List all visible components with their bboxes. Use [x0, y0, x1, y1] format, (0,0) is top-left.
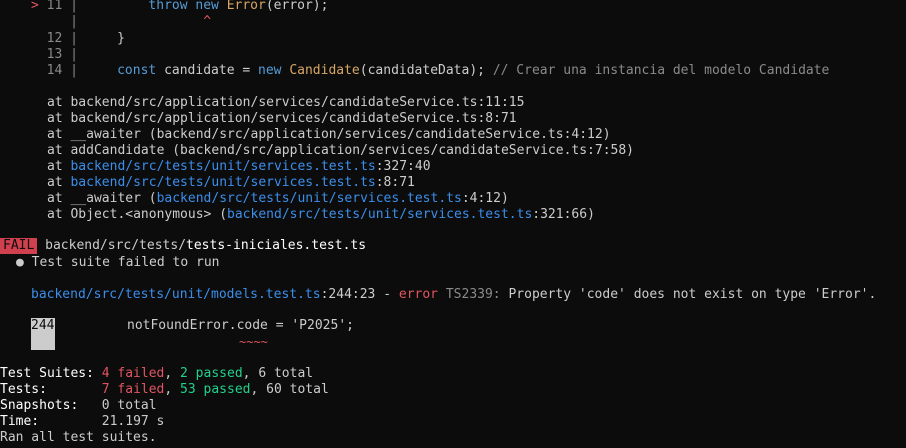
code-line-14: 14 | const candidate = new Candidate(can…	[46, 63, 830, 78]
suite-failure-message: ● Test suite failed to run	[16, 255, 220, 270]
file-link[interactable]: backend/src/tests/unit/services.test.ts	[70, 159, 375, 174]
stack-frame: at backend/src/application/services/cand…	[47, 95, 525, 110]
fail-header: FAIL backend/src/tests/tests-iniciales.t…	[0, 238, 366, 254]
file-link[interactable]: backend/src/tests/unit/services.test.ts	[157, 191, 462, 206]
stack-frame: at Object.<anonymous> (backend/src/tests…	[47, 207, 595, 222]
code-caret-line: | ^	[70, 14, 212, 29]
summary-time: Time: 21.197 s	[0, 414, 165, 429]
file-link[interactable]: backend/src/tests/unit/services.test.ts	[70, 175, 375, 190]
stack-frame: at __awaiter (backend/src/tests/unit/ser…	[47, 191, 509, 206]
code-comment: // Crear una instancia del modelo Candid…	[492, 63, 830, 78]
ts-error-line: backend/src/tests/unit/models.test.ts:24…	[31, 287, 877, 302]
fail-badge: FAIL	[0, 238, 38, 254]
file-link[interactable]: backend/src/tests/unit/services.test.ts	[227, 207, 532, 222]
error-caret: ^	[203, 14, 212, 29]
terminal-output: > 11 | throw new Error(error); | ^ 12 | …	[0, 0, 906, 448]
current-line-marker: >	[31, 0, 39, 13]
error-file-link[interactable]: backend/src/tests/unit/models.test.ts	[31, 287, 321, 302]
code-line-12: 12 | }	[46, 31, 125, 46]
failed-file: tests-iniciales.test.ts	[186, 238, 367, 253]
bullet-icon: ●	[16, 255, 24, 270]
stack-frame: at __awaiter (backend/src/application/se…	[47, 127, 611, 142]
summary-snapshots: Snapshots: 0 total	[0, 398, 157, 413]
summary-suites: Test Suites: 4 failed, 2 passed, 6 total	[0, 366, 314, 381]
stack-frame: at backend/src/tests/unit/services.test.…	[47, 175, 415, 190]
error-code: TS2339:	[445, 287, 501, 302]
line-number: 11	[46, 0, 63, 13]
snippet-line-number: 244	[31, 318, 55, 333]
stack-frame: at addCandidate (backend/src/application…	[47, 143, 635, 158]
error-squiggle: ~~~~	[239, 335, 268, 349]
summary-ran: Ran all test suites.	[0, 430, 157, 445]
code-line-13: 13 |	[46, 47, 78, 62]
snippet-code: notFoundError.code = 'P2025';	[127, 318, 354, 333]
stack-frame: at backend/src/tests/unit/services.test.…	[47, 159, 431, 174]
summary-tests: Tests: 7 failed, 53 passed, 60 total	[0, 382, 329, 397]
stack-frame: at backend/src/application/services/cand…	[47, 111, 517, 126]
code-line-11: > 11 | throw new Error(error);	[31, 0, 329, 13]
